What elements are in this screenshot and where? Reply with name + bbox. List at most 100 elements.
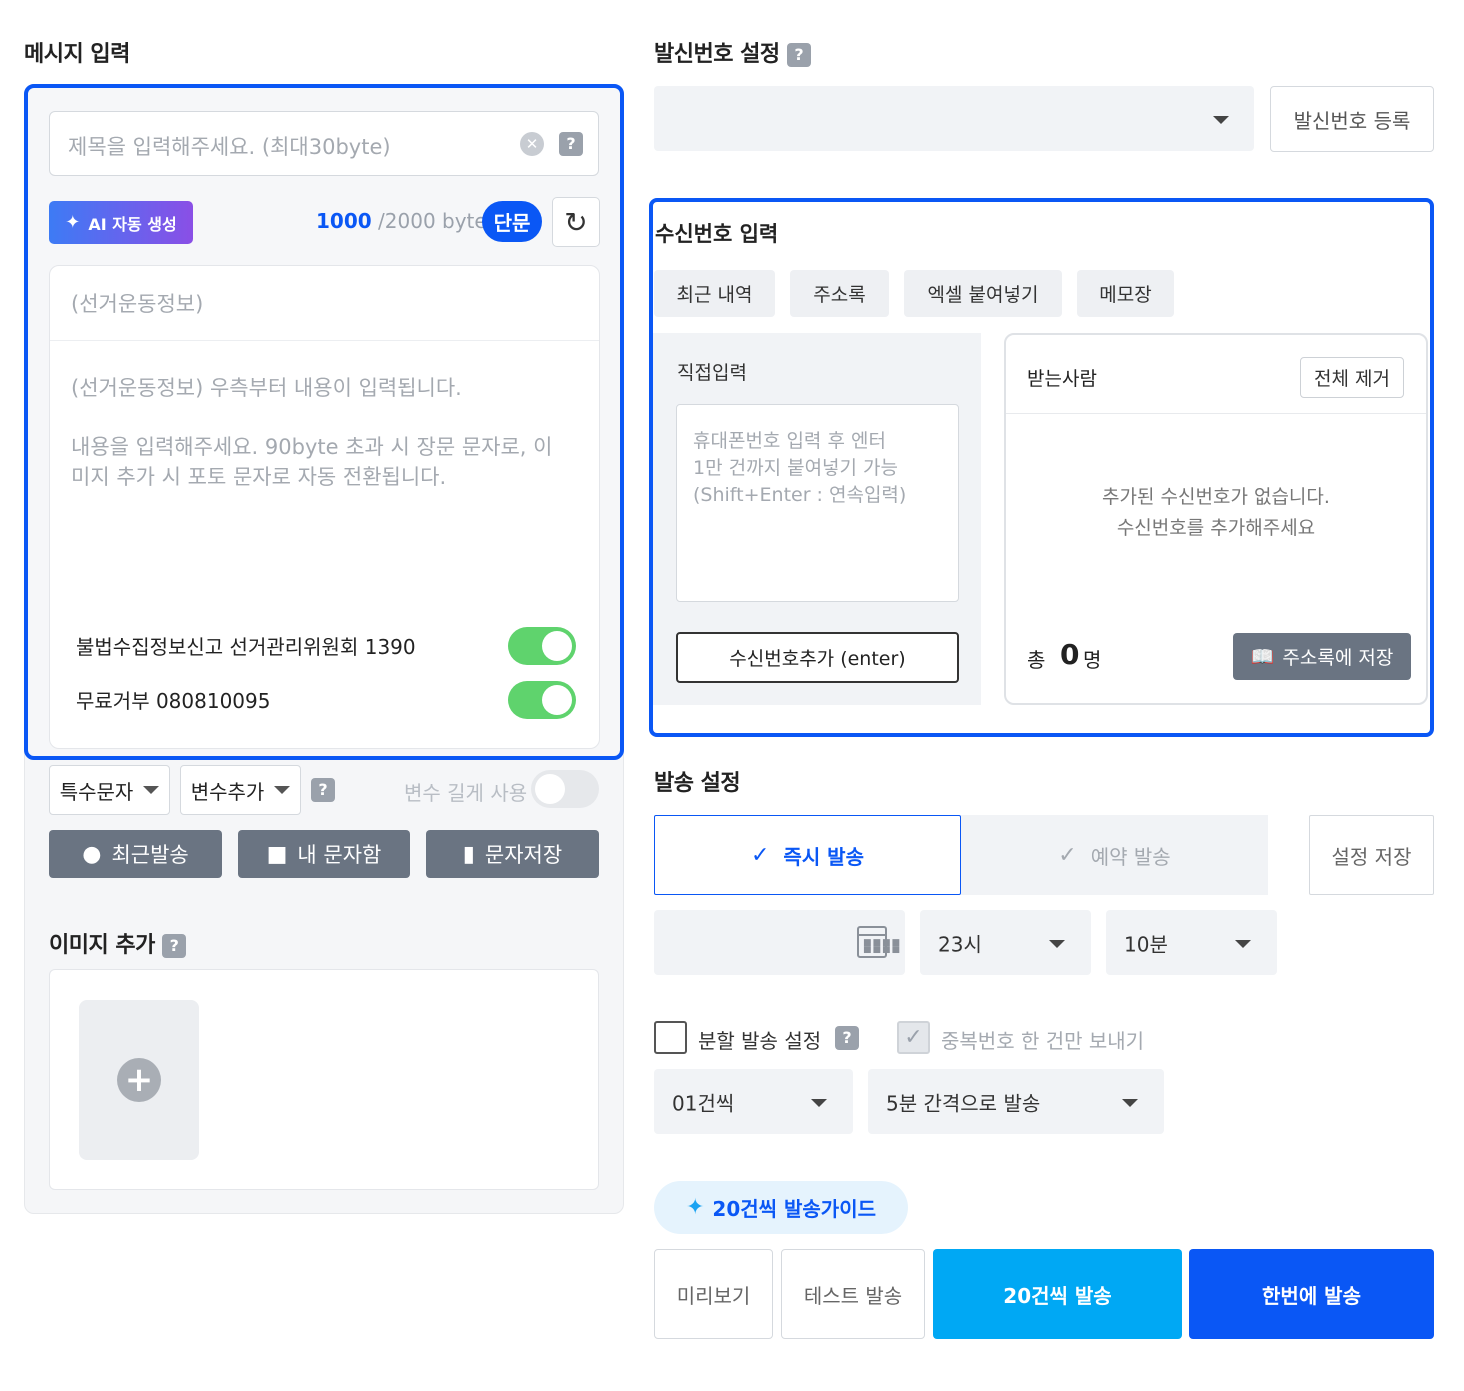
save-to-address-button[interactable]: 📖 주소록에 저장 bbox=[1233, 633, 1411, 680]
chevron-down-icon bbox=[143, 786, 160, 794]
my-messages-button[interactable]: ■ 내 문자함 bbox=[238, 830, 410, 878]
recipients-label: 받는사람 bbox=[1027, 368, 1097, 390]
recent-sent-label: 최근발송 bbox=[111, 843, 189, 867]
clock-icon: ● bbox=[82, 841, 102, 867]
chevron-down-icon bbox=[1213, 116, 1229, 124]
image-title-label: 이미지 추가 bbox=[49, 933, 155, 958]
byte-max: /2000 byte bbox=[378, 209, 487, 233]
chevron-down-icon bbox=[811, 1099, 827, 1107]
total-unit: 명 bbox=[1083, 648, 1102, 672]
total-label: 총 bbox=[1027, 648, 1046, 672]
my-messages-label: 내 문자함 bbox=[297, 843, 382, 867]
message-body-input[interactable] bbox=[49, 265, 600, 749]
bookmark-icon: ▮ bbox=[462, 841, 475, 867]
dedupe-label: 중복번호 한 건만 보내기 bbox=[941, 1029, 1145, 1053]
add-number-button[interactable]: 수신번호추가 (enter) bbox=[676, 632, 959, 683]
send-section-title: 발송 설정 bbox=[654, 771, 741, 796]
total-count: 0 bbox=[1060, 638, 1080, 671]
add-variable-label: 변수추가 bbox=[190, 779, 265, 804]
election-report-toggle[interactable] bbox=[508, 627, 576, 665]
instant-send-option[interactable]: ✓ 즉시 발송 bbox=[654, 815, 961, 895]
clear-icon[interactable]: ✕ bbox=[520, 132, 544, 156]
sparkle-icon: ✦ bbox=[65, 212, 81, 233]
send-guide-label: 20건씩 발송가이드 bbox=[712, 1197, 877, 1221]
body-placeholder-line2: 내용을 입력해주세요. 90byte 초과 시 장문 문자로, 이미지 추가 시… bbox=[71, 435, 553, 489]
register-sender-button[interactable]: 발신번호 등록 bbox=[1270, 86, 1434, 152]
tab-memo[interactable]: 메모장 bbox=[1077, 270, 1174, 317]
book-icon: 📖 bbox=[1250, 646, 1275, 668]
split-send-checkbox[interactable] bbox=[654, 1021, 687, 1054]
body-placeholder-line1: (선거운동정보) 우측부터 내용이 입력됩니다. bbox=[71, 376, 462, 400]
ai-generate-label: AI 자동 생성 bbox=[88, 214, 177, 234]
hour-select[interactable]: 23시 bbox=[920, 910, 1091, 975]
image-section-title: 이미지 추가 ? bbox=[49, 927, 187, 959]
clear-all-button[interactable]: 전체 제거 bbox=[1300, 357, 1404, 398]
send-guide-button[interactable]: ✦ 20건씩 발송가이드 bbox=[654, 1181, 908, 1234]
message-section-title: 메시지 입력 bbox=[24, 42, 130, 67]
check-icon: ✓ bbox=[750, 842, 770, 868]
recipient-divider bbox=[1006, 413, 1426, 414]
split-count-value: 01건씩 bbox=[672, 1091, 735, 1115]
split-count-select[interactable]: 01건씩 bbox=[654, 1069, 853, 1134]
date-picker-input[interactable]: ■■■■ ■■■■ bbox=[654, 910, 905, 975]
send-once-button[interactable]: 한번에 발송 bbox=[1189, 1249, 1434, 1339]
save-message-button[interactable]: ▮ 문자저장 bbox=[426, 830, 599, 878]
add-image-button[interactable]: + bbox=[79, 1000, 199, 1160]
chevron-down-icon bbox=[1049, 940, 1065, 948]
help-icon[interactable]: ? bbox=[835, 1026, 859, 1050]
help-icon[interactable]: ? bbox=[162, 934, 187, 958]
diamond-star-icon: ✦ bbox=[685, 1195, 705, 1220]
check-icon: ✓ bbox=[904, 1025, 923, 1050]
split-send-label: 분할 발송 설정 bbox=[698, 1029, 822, 1053]
split-interval-select[interactable]: 5분 간격으로 발송 bbox=[868, 1069, 1164, 1134]
chevron-down-icon bbox=[1122, 1099, 1138, 1107]
help-icon[interactable]: ? bbox=[311, 778, 335, 802]
phone-number-placeholder: 휴대폰번호 입력 후 엔터 1만 건까지 붙여넣기 가능 (Shift+Ente… bbox=[693, 428, 906, 509]
tab-recent-history[interactable]: 최근 내역 bbox=[654, 270, 775, 317]
special-chars-label: 특수문자 bbox=[59, 779, 134, 804]
direct-input-label: 직접입력 bbox=[677, 362, 747, 384]
calendar-icon[interactable]: ■■■■ ■■■■ bbox=[857, 926, 900, 958]
batch-send-button[interactable]: 20건씩 발송 bbox=[933, 1249, 1182, 1339]
help-icon[interactable]: ? bbox=[786, 43, 811, 67]
test-send-button[interactable]: 테스트 발송 bbox=[781, 1249, 925, 1339]
unsubscribe-toggle[interactable] bbox=[508, 681, 576, 719]
recent-sent-button[interactable]: ● 최근발송 bbox=[49, 830, 222, 878]
byte-counter: 1000 /2000 byte bbox=[316, 209, 487, 233]
plus-icon: + bbox=[117, 1058, 161, 1102]
reserve-send-option[interactable]: ✓ 예약 발송 bbox=[961, 815, 1268, 895]
check-icon: ✓ bbox=[1058, 842, 1077, 868]
save-message-label: 문자저장 bbox=[484, 843, 563, 867]
empty-line: 수신번호를 추가해주세요 bbox=[1116, 517, 1316, 539]
message-type-badge: 단문 bbox=[482, 201, 542, 242]
help-icon[interactable]: ? bbox=[559, 132, 583, 156]
variable-long-label: 변수 길게 사용 bbox=[404, 781, 528, 805]
dedupe-checkbox[interactable]: ✓ bbox=[897, 1021, 930, 1054]
hour-value: 23시 bbox=[938, 932, 982, 956]
unsubscribe-label: 무료거부 080810095 bbox=[76, 689, 271, 713]
body-divider bbox=[50, 340, 599, 341]
sender-title-label: 발신번호 설정 bbox=[654, 42, 780, 67]
receiver-title: 수신번호 입력 bbox=[655, 222, 779, 246]
instant-send-label: 즉시 발송 bbox=[783, 844, 864, 869]
add-variable-dropdown[interactable]: 변수추가 bbox=[180, 765, 301, 815]
placeholder-line: 1만 건까지 붙여넣기 가능 bbox=[693, 457, 899, 479]
refresh-button[interactable]: ↻ bbox=[552, 197, 600, 247]
special-chars-dropdown[interactable]: 특수문자 bbox=[49, 765, 170, 815]
preview-button[interactable]: 미리보기 bbox=[654, 1249, 773, 1339]
minute-select[interactable]: 10분 bbox=[1106, 910, 1277, 975]
sender-number-select[interactable] bbox=[654, 86, 1254, 151]
save-to-address-label: 주소록에 저장 bbox=[1282, 647, 1394, 669]
ai-generate-button[interactable]: ✦ AI 자동 생성 bbox=[49, 201, 193, 244]
split-interval-value: 5분 간격으로 발송 bbox=[886, 1091, 1041, 1115]
tab-address-book[interactable]: 주소록 bbox=[790, 270, 889, 317]
sender-section-title: 발신번호 설정 ? bbox=[654, 36, 811, 68]
chevron-down-icon bbox=[274, 786, 291, 794]
empty-line: 추가된 수신번호가 없습니다. bbox=[1102, 486, 1330, 508]
variable-long-toggle[interactable] bbox=[531, 770, 599, 808]
minute-value: 10분 bbox=[1124, 932, 1168, 956]
tab-excel-paste[interactable]: 엑셀 붙여넣기 bbox=[904, 270, 1062, 317]
refresh-icon: ↻ bbox=[564, 205, 588, 239]
save-setting-button[interactable]: 설정 저장 bbox=[1309, 815, 1434, 895]
folder-icon: ■ bbox=[266, 841, 288, 867]
